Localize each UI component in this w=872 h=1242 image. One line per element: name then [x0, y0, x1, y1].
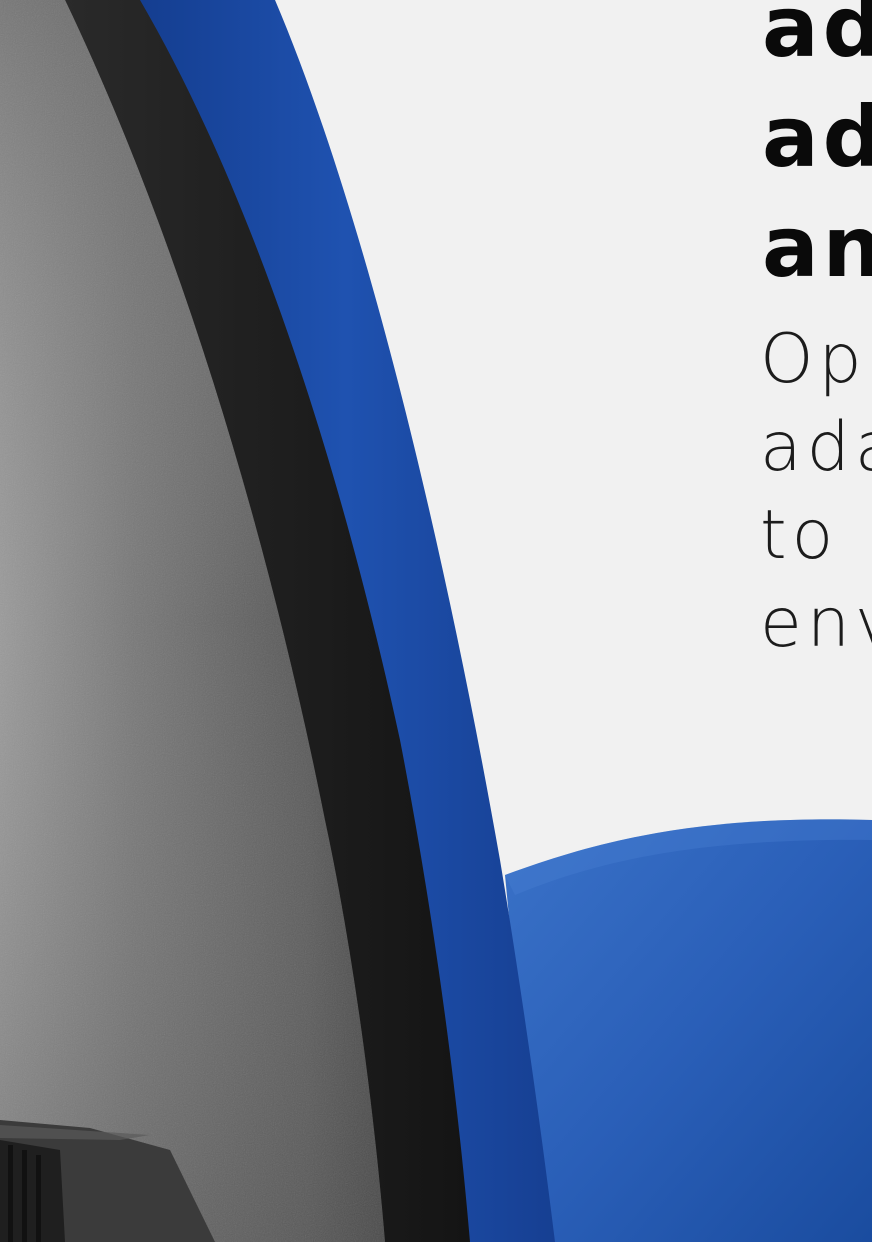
- subheadline-line-4: env: [760, 584, 872, 663]
- subheadline: Op ada to env: [760, 316, 872, 668]
- headline-line-2: ad: [762, 88, 872, 186]
- headline: ad ad an: [762, 0, 872, 302]
- subheadline-line-2: ada: [760, 408, 872, 487]
- subheadline-line-3: to: [760, 496, 839, 575]
- product-hero: ad ad an Op ada to env: [0, 0, 872, 1242]
- subheadline-line-1: Op: [760, 320, 867, 399]
- headline-line-1: ad: [762, 0, 872, 76]
- chair-closeup-photo: [0, 0, 872, 1242]
- headline-line-3: an: [762, 198, 872, 296]
